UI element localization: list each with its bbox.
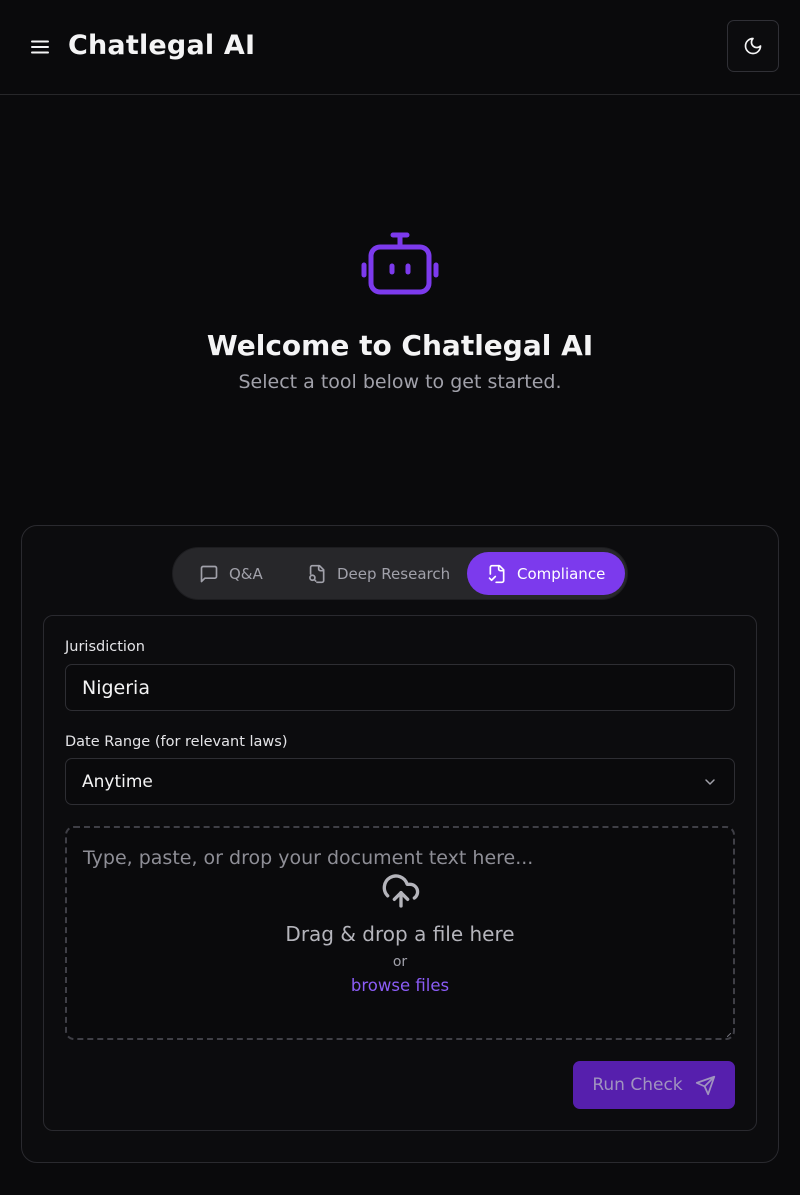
cloud-upload-icon <box>382 874 420 908</box>
chat-bubble-icon <box>200 565 218 582</box>
app-header: Chatlegal AI <box>0 0 800 95</box>
tab-qa-label: Q&A <box>229 564 263 583</box>
chevron-down-icon <box>705 778 715 785</box>
file-search-icon <box>309 564 325 583</box>
send-icon <box>695 1075 715 1095</box>
robot-icon <box>361 232 439 295</box>
drag-drop-text: Drag & drop a file here <box>285 922 515 946</box>
browse-files-link[interactable]: browse files <box>349 974 451 998</box>
welcome-title: Welcome to Chatlegal AI <box>206 329 594 362</box>
welcome-subtitle: Select a tool below to get started. <box>238 371 562 393</box>
tab-compliance[interactable]: Compliance <box>467 552 626 595</box>
tab-qa[interactable]: Q&A <box>179 552 283 595</box>
jurisdiction-value: Nigeria <box>82 676 150 699</box>
date-range-label: Date Range (for relevant laws) <box>65 734 288 750</box>
document-dropzone[interactable]: Type, paste, or drop your document text … <box>65 826 735 1040</box>
moon-icon <box>744 37 762 55</box>
jurisdiction-input[interactable]: Nigeria <box>65 664 735 711</box>
jurisdiction-label: Jurisdiction <box>65 639 145 655</box>
app-title: Chatlegal AI <box>68 30 256 61</box>
menu-button[interactable] <box>24 31 56 63</box>
tool-tabs: Q&A Deep Research Compliance <box>172 547 628 600</box>
run-check-label: Run Check <box>592 1075 683 1095</box>
hamburger-menu-icon <box>31 40 49 54</box>
date-range-select[interactable]: Anytime <box>65 758 735 805</box>
tab-deep-research[interactable]: Deep Research <box>287 552 470 595</box>
date-range-value: Anytime <box>82 771 153 792</box>
or-text: or <box>392 954 408 970</box>
document-text-placeholder: Type, paste, or drop your document text … <box>83 847 534 869</box>
file-check-icon <box>488 564 505 583</box>
theme-toggle-button[interactable] <box>727 20 779 72</box>
tab-deep-research-label: Deep Research <box>337 564 451 583</box>
run-check-button[interactable]: Run Check <box>573 1061 735 1109</box>
tab-compliance-label: Compliance <box>517 564 606 583</box>
resize-grip-icon[interactable] <box>727 1033 731 1037</box>
